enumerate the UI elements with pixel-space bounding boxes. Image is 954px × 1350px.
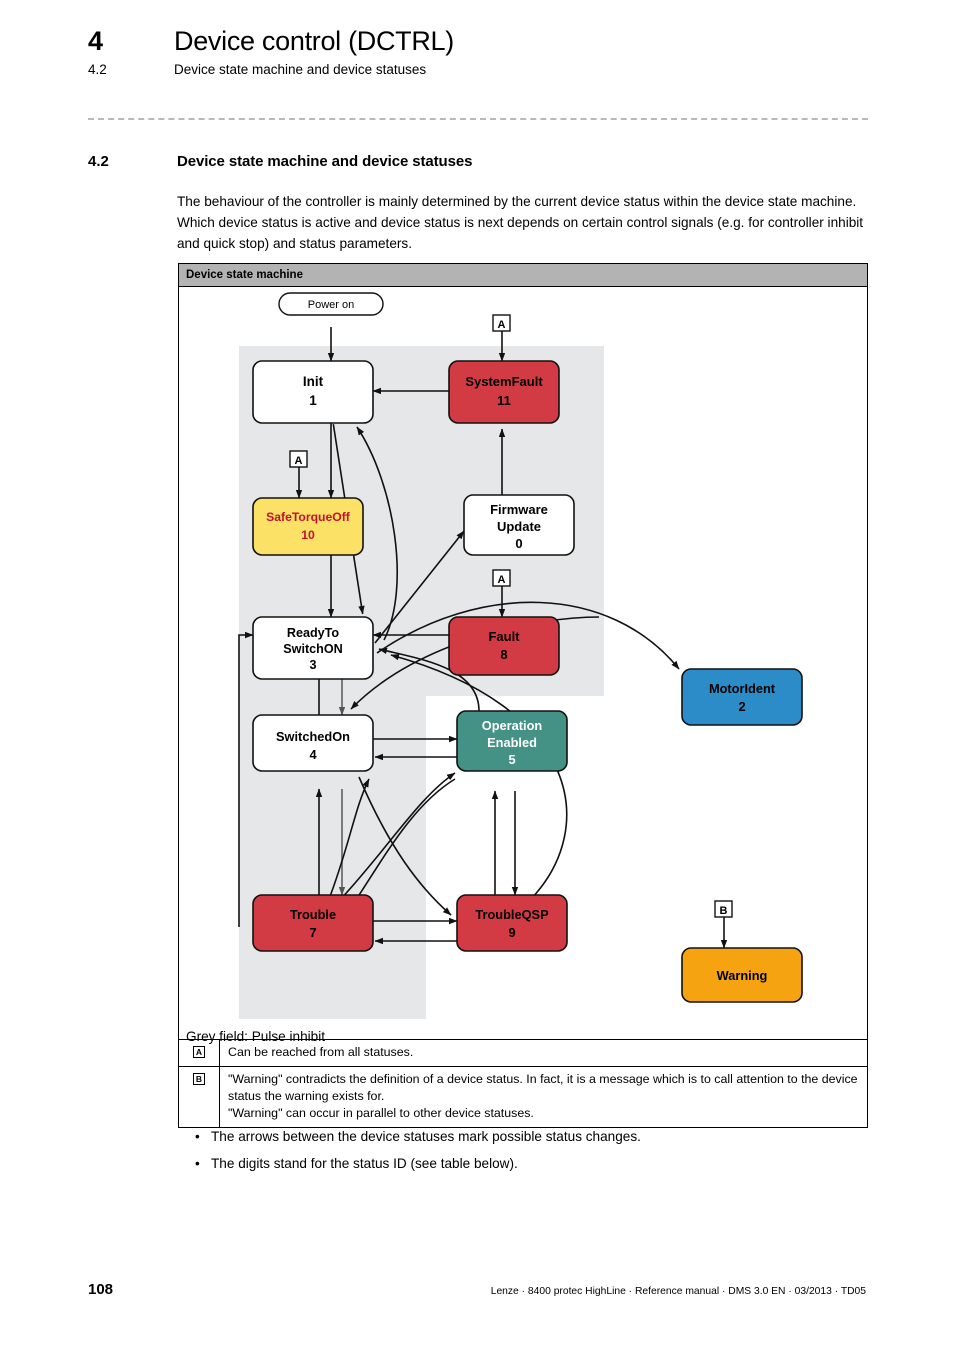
state-label: Warning [717,968,768,983]
section-title: Device state machine and device statuses [177,153,473,170]
marker-a-label: A [295,455,303,467]
state-label: MotorIdent [709,681,776,696]
state-box-safetorqueoff[interactable]: SafeTorqueOff 10 [252,497,364,556]
grey-field-note: Grey field: Pulse inhibit [186,1029,326,1044]
document-page: 4 Device control (DCTRL) 4.2 Device stat… [0,0,954,1350]
state-status-id: 3 [309,658,316,672]
state-box-fault[interactable]: Fault 8 [448,616,560,676]
state-status-id: 7 [309,925,316,940]
bullet-dot-icon: • [195,1129,200,1144]
state-label: Operation [482,718,543,733]
state-box-troubleqsp[interactable]: TroubleQSP 9 [456,894,568,952]
bullet-text: The arrows between the device statuses m… [211,1129,641,1144]
legend-key-b-label: B [192,1073,206,1085]
legend-key-a-label: A [192,1046,206,1058]
bullet-dot-icon: • [195,1156,200,1171]
header-divider [88,118,868,120]
state-box-motorident[interactable]: MotorIdent 2 [681,668,803,726]
state-label-line2: Update [497,519,541,534]
marker-b-warning: B [714,900,733,918]
state-box-systemfault[interactable]: SystemFault 11 [448,360,560,424]
state-status-id: 1 [309,393,317,408]
state-label-line2: SwitchON [283,642,342,656]
marker-a-fault: A [492,569,511,587]
state-label: Fault [488,629,520,644]
section-number: 4.2 [88,153,109,170]
state-status-id: 9 [508,925,515,940]
state-machine-diagram: Power on A A A B Init 1 SystemFault 11 S… [238,292,803,1019]
state-box-readytoswitchon[interactable]: ReadyTo SwitchON 3 [252,616,374,680]
state-label: SafeTorqueOff [266,510,351,524]
marker-a-systemfault: A [492,314,511,332]
state-status-id: 0 [515,536,522,551]
state-label: SystemFault [465,374,543,389]
figure-legend-table: A Can be reached from all statuses. B "W… [179,1039,867,1127]
state-status-id: 5 [508,752,515,767]
state-label: ReadyTo [287,626,340,640]
running-header-chapter-title: Device control (DCTRL) [174,26,454,56]
start-label: Power on [308,299,354,311]
state-box-warning[interactable]: Warning [681,947,803,1003]
marker-a-label: A [498,574,506,586]
state-box-operation-enabled[interactable]: Operation Enabled 5 [456,710,568,772]
list-item: • The digits stand for the status ID (se… [195,1153,875,1175]
state-box-init[interactable]: Init 1 [252,360,374,424]
state-box-trouble[interactable]: Trouble 7 [252,894,374,952]
intro-paragraph: The behaviour of the controller is mainl… [177,194,864,251]
figure-body: Power on A A A B Init 1 SystemFault 11 S… [179,287,867,1044]
running-header-chapter-number: 4 [88,26,103,56]
running-header-section-number: 4.2 [88,62,107,77]
state-label: SwitchedOn [276,729,350,744]
state-start-power-on: Power on [278,292,384,316]
legend-row-b: B "Warning" contradicts the definition o… [179,1067,867,1127]
running-header-section-title: Device state machine and device statuses [174,62,427,77]
legend-text-b: "Warning" contradicts the definition of … [228,1072,858,1120]
state-status-id: 2 [738,699,745,714]
device-state-machine-figure: Device state machine Power on A A A B In… [178,263,868,1128]
state-box-firmware-update[interactable]: Firmware Update 0 [463,494,575,556]
state-label: Trouble [290,907,336,922]
note-bullet-list: • The arrows between the device statuses… [195,1126,875,1180]
bullet-text: The digits stand for the status ID (see … [211,1156,518,1171]
marker-a-label: A [498,319,506,331]
list-item: • The arrows between the device statuses… [195,1126,875,1148]
state-label: TroubleQSP [475,907,549,922]
marker-a-safetorqueoff: A [289,450,308,468]
state-status-id: 4 [309,747,317,762]
state-label: Firmware [490,502,548,517]
footer-reference: Lenze · 8400 protec HighLine · Reference… [490,1286,866,1297]
state-label: Init [303,374,324,389]
state-status-id: 10 [301,528,315,542]
marker-b-label: B [720,905,728,917]
legend-row-a: A Can be reached from all statuses. [179,1040,867,1067]
page-number: 108 [88,1281,114,1298]
state-label-line2: Enabled [487,735,537,750]
state-status-id: 11 [497,393,511,408]
legend-key-b: B [179,1067,220,1127]
state-box-switchedon[interactable]: SwitchedOn 4 [252,714,374,772]
state-status-id: 8 [500,647,507,662]
figure-caption: Device state machine [179,264,867,287]
